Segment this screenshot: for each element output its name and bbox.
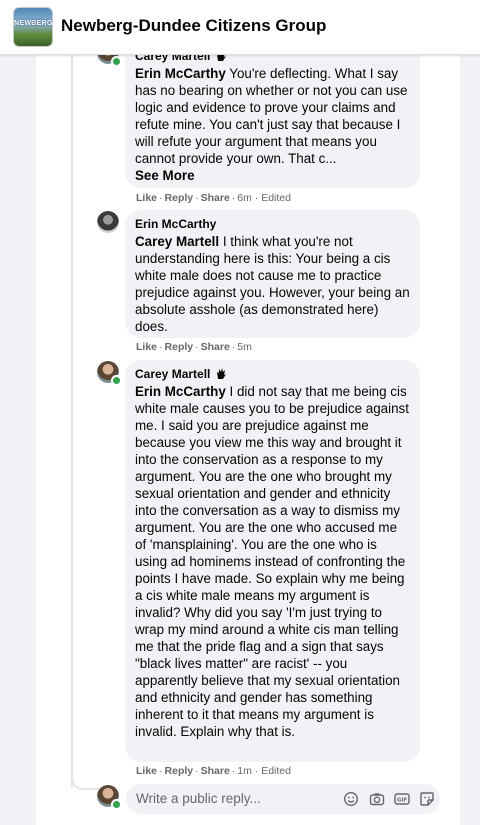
- comment-actions: Like · Reply · Share · 5m: [136, 341, 252, 353]
- gif-icon[interactable]: GIF: [394, 791, 410, 807]
- comment-meta: 1m · Edited: [237, 765, 291, 777]
- rising-fan-badge-icon: [217, 368, 227, 379]
- reply-button[interactable]: Reply: [165, 192, 194, 204]
- comment-meta: 6m · Edited: [237, 192, 291, 204]
- like-button[interactable]: Like: [136, 341, 157, 353]
- mention-link[interactable]: Erin McCarthy: [135, 384, 226, 399]
- see-more-link[interactable]: See More: [135, 167, 410, 184]
- thread-line: [71, 54, 73, 788]
- camera-icon[interactable]: [369, 791, 385, 807]
- online-status-dot: [111, 375, 122, 386]
- share-button[interactable]: Share: [201, 765, 230, 777]
- comment-author[interactable]: Carey Martell: [135, 366, 410, 382]
- reply-button[interactable]: Reply: [165, 341, 194, 353]
- reply-placeholder: Write a public reply...: [136, 791, 261, 806]
- like-button[interactable]: Like: [136, 765, 157, 777]
- comment-author[interactable]: Erin McCarthy: [135, 216, 410, 232]
- share-button[interactable]: Share: [201, 341, 230, 353]
- comment-text: Carey Martell I think what you're not un…: [135, 233, 410, 335]
- comment-bubble: Carey Martell Erin McCarthy I did not sa…: [125, 360, 420, 762]
- comment-text: Erin McCarthy I did not say that me bein…: [135, 383, 410, 740]
- logo-text: NEWBERG: [14, 20, 53, 27]
- share-button[interactable]: Share: [201, 192, 230, 204]
- reply-button[interactable]: Reply: [165, 765, 194, 777]
- emoji-icon[interactable]: [343, 791, 359, 807]
- group-title[interactable]: Newberg-Dundee Citizens Group: [61, 16, 326, 36]
- like-button[interactable]: Like: [136, 192, 157, 204]
- comment-actions: Like · Reply · Share · 6m · Edited: [136, 192, 291, 204]
- group-logo[interactable]: NEWBERG: [13, 7, 53, 47]
- thread-elbow: [71, 770, 99, 790]
- svg-text:GIF: GIF: [397, 798, 408, 804]
- author-name[interactable]: Carey Martell: [135, 367, 210, 381]
- sticker-icon[interactable]: [419, 791, 435, 807]
- comment-text: Erin McCarthy You're deflecting. What I …: [135, 65, 410, 184]
- group-header: NEWBERG Newberg-Dundee Citizens Group: [0, 0, 480, 55]
- avatar[interactable]: [97, 211, 119, 233]
- mention-link[interactable]: Carey Martell: [135, 234, 219, 249]
- author-name[interactable]: Erin McCarthy: [135, 217, 216, 231]
- comment-bubble: Carey Martell Erin McCarthy You're defle…: [125, 42, 420, 188]
- mention-link[interactable]: Erin McCarthy: [135, 66, 226, 81]
- comment-body: You're deflecting. What I say has no bea…: [135, 66, 408, 166]
- comment-actions: Like · Reply · Share · 1m · Edited: [136, 765, 291, 777]
- comment-body: I did not say that me being cis white ma…: [135, 384, 409, 739]
- comment-meta: 5m: [237, 341, 252, 353]
- online-status-dot: [111, 56, 122, 67]
- reply-input[interactable]: Write a public reply... GIF: [126, 784, 440, 814]
- online-status-dot: [111, 799, 122, 810]
- comment-body: I think what you're not understanding he…: [135, 234, 410, 334]
- comment-bubble: Erin McCarthy Carey Martell I think what…: [125, 210, 420, 338]
